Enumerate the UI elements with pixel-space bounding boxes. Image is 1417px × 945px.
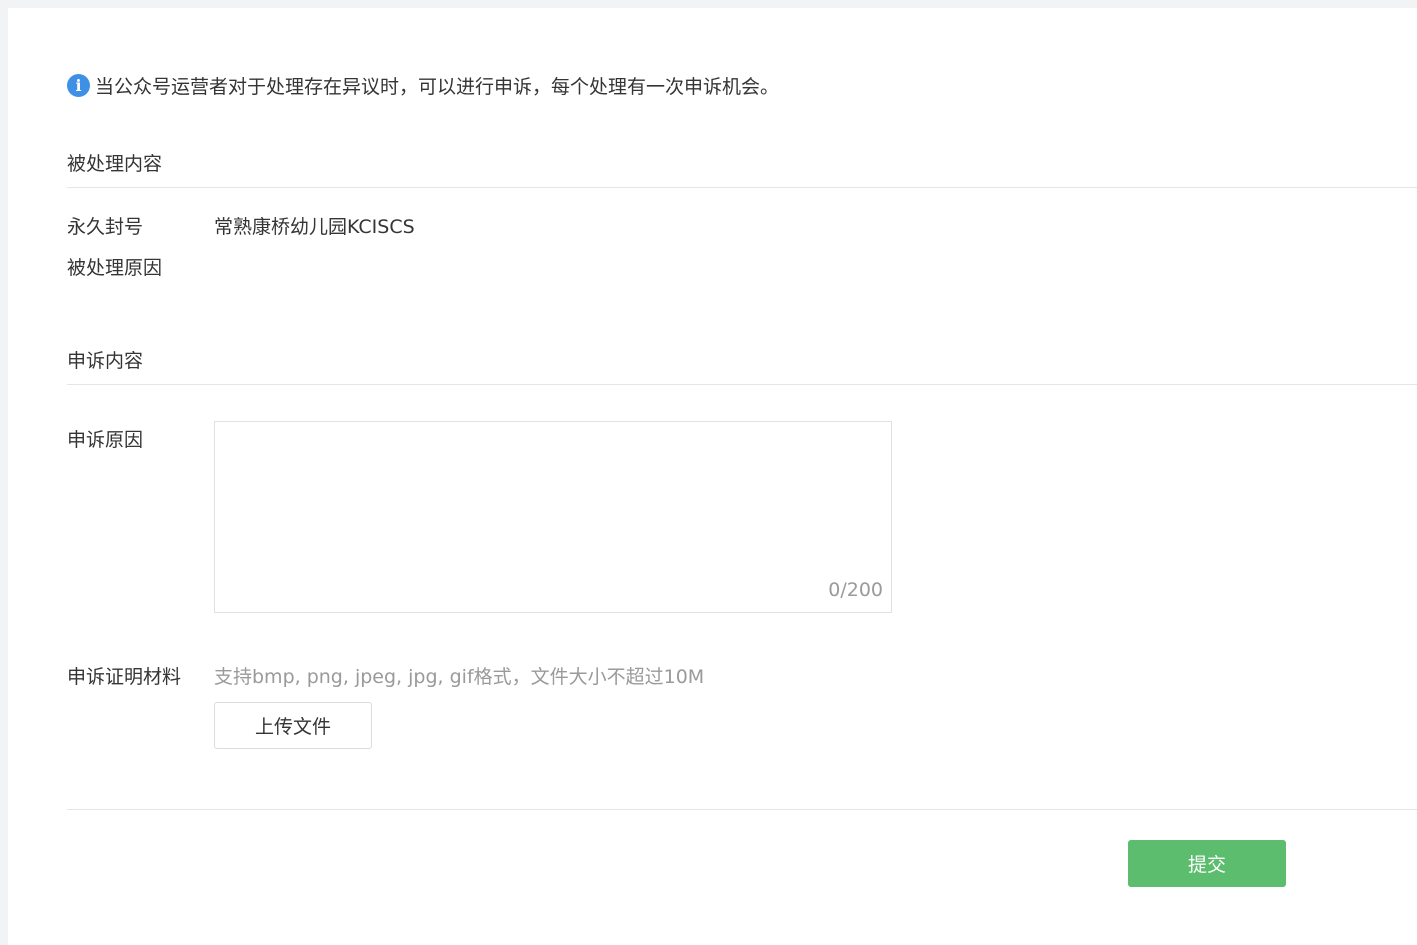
char-counter: 0/200 bbox=[828, 579, 883, 601]
evidence-hint: 支持bmp, png, jpeg, jpg, gif格式，文件大小不超过10M bbox=[214, 666, 705, 688]
appeal-reason-textarea[interactable] bbox=[215, 422, 891, 612]
notice-banner: i 当公众号运营者对于处理存在异议时，可以进行申诉，每个处理有一次申诉机会。 bbox=[67, 72, 779, 98]
notice-text: 当公众号运营者对于处理存在异议时，可以进行申诉，每个处理有一次申诉机会。 bbox=[95, 75, 780, 98]
submit-button[interactable]: 提交 bbox=[1128, 840, 1286, 887]
evidence-label: 申诉证明材料 bbox=[67, 666, 182, 688]
action-label: 永久封号 bbox=[67, 216, 144, 238]
upload-file-button[interactable]: 上传文件 bbox=[214, 702, 372, 749]
appeal-reason-field: 0/200 bbox=[214, 421, 892, 613]
account-name: 常熟康桥幼儿园KCISCS bbox=[214, 216, 415, 238]
appeal-section-divider bbox=[67, 384, 1417, 385]
processed-reason-label: 被处理原因 bbox=[67, 257, 163, 279]
footer-divider bbox=[67, 809, 1417, 810]
appeal-panel: i 当公众号运营者对于处理存在异议时，可以进行申诉，每个处理有一次申诉机会。 被… bbox=[8, 8, 1417, 945]
appeal-reason-label: 申诉原因 bbox=[67, 429, 144, 451]
processed-section-divider bbox=[67, 187, 1417, 188]
appeal-section-title: 申诉内容 bbox=[67, 350, 144, 372]
info-icon: i bbox=[67, 73, 90, 97]
processed-section-title: 被处理内容 bbox=[67, 153, 163, 175]
